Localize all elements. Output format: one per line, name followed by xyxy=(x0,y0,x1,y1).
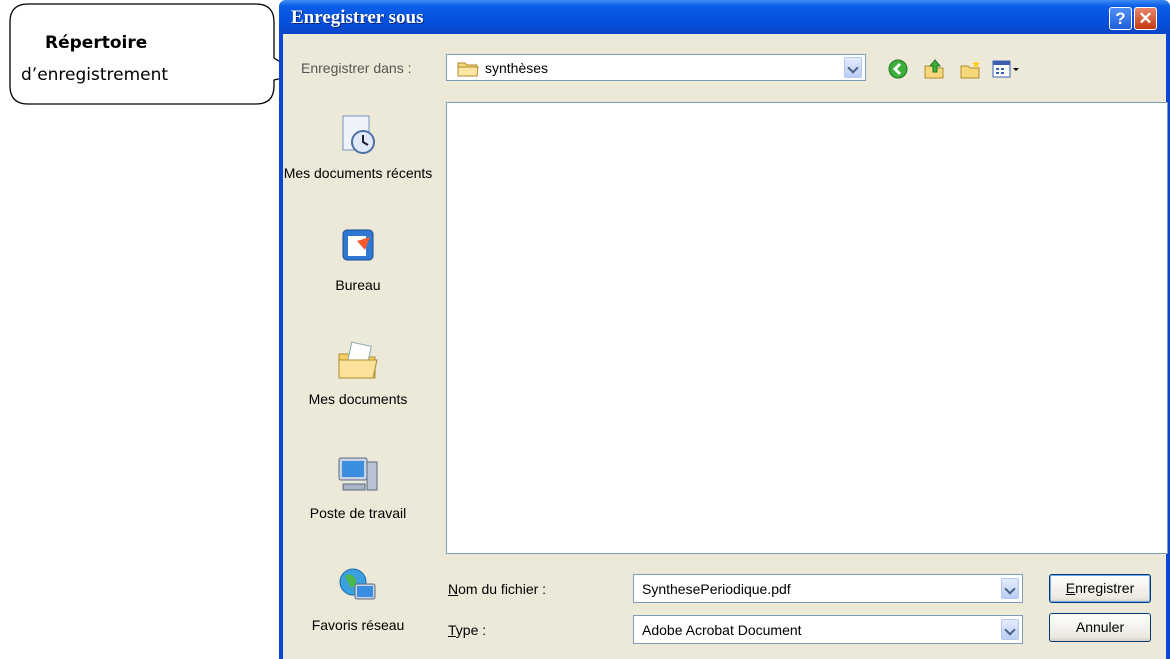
title-bar[interactable]: Enregistrer sous ? ✕ xyxy=(279,0,1170,34)
save-as-dialog: Enregistrer sous ? ✕ Enregistrer dans : … xyxy=(279,0,1170,659)
folder-icon xyxy=(457,62,479,77)
recent-documents-icon xyxy=(342,115,375,154)
filename-value: SynthesePeriodique.pdf xyxy=(642,581,791,597)
save-in-dropdown[interactable]: synthèses xyxy=(446,54,866,81)
filename-label: Nom du fichier : xyxy=(448,581,547,597)
save-in-label: Enregistrer dans : xyxy=(301,60,412,76)
views-menu-icon[interactable] xyxy=(991,58,1021,80)
chevron-down-icon[interactable] xyxy=(1001,619,1019,640)
place-label: Favoris réseau xyxy=(311,617,405,633)
callout-subtitle: d’enregistrement xyxy=(21,65,169,85)
window-title: Enregistrer sous xyxy=(291,7,424,28)
place-label: Mes documents xyxy=(308,391,408,407)
cancel-button[interactable]: Annuler xyxy=(1049,613,1151,642)
save-button[interactable]: Enregistrer xyxy=(1049,574,1151,603)
filetype-value: Adobe Acrobat Document xyxy=(642,622,802,638)
annotation-callout: Répertoire d’enregistrement xyxy=(0,0,300,110)
place-my-computer[interactable]: Poste de travail xyxy=(283,452,433,522)
chevron-down-icon[interactable] xyxy=(1001,578,1019,599)
place-recent-documents[interactable]: Mes documents récents xyxy=(283,112,433,182)
network-places-icon xyxy=(339,568,376,600)
back-icon[interactable] xyxy=(887,58,909,80)
my-documents-icon xyxy=(338,341,378,379)
place-desktop[interactable]: Bureau xyxy=(283,224,433,294)
filetype-dropdown[interactable]: Adobe Acrobat Document xyxy=(633,615,1023,644)
help-icon[interactable]: ? xyxy=(1109,7,1132,30)
place-label: Bureau xyxy=(335,277,381,293)
callout-title: Répertoire xyxy=(45,33,148,53)
place-network-places[interactable]: Favoris réseau xyxy=(283,564,433,634)
dialog-body: Enregistrer dans : synthèses Mes documen… xyxy=(283,34,1168,659)
file-list[interactable] xyxy=(446,102,1168,554)
filename-input[interactable]: SynthesePeriodique.pdf xyxy=(633,574,1023,603)
new-folder-icon[interactable] xyxy=(959,58,981,80)
close-icon[interactable]: ✕ xyxy=(1134,7,1157,30)
desktop-icon xyxy=(342,229,374,261)
my-computer-icon xyxy=(338,457,378,491)
save-in-value: synthèses xyxy=(485,60,549,76)
place-label: Mes documents récents xyxy=(283,165,433,181)
places-bar: Mes documents récents Bureau Mes documen… xyxy=(283,102,433,659)
chevron-down-icon[interactable] xyxy=(844,57,862,78)
place-my-documents[interactable]: Mes documents xyxy=(283,338,433,408)
filetype-label: Type : xyxy=(448,622,487,638)
up-folder-icon[interactable] xyxy=(923,58,945,80)
callout-bubble xyxy=(9,3,300,105)
place-label: Poste de travail xyxy=(309,505,407,521)
